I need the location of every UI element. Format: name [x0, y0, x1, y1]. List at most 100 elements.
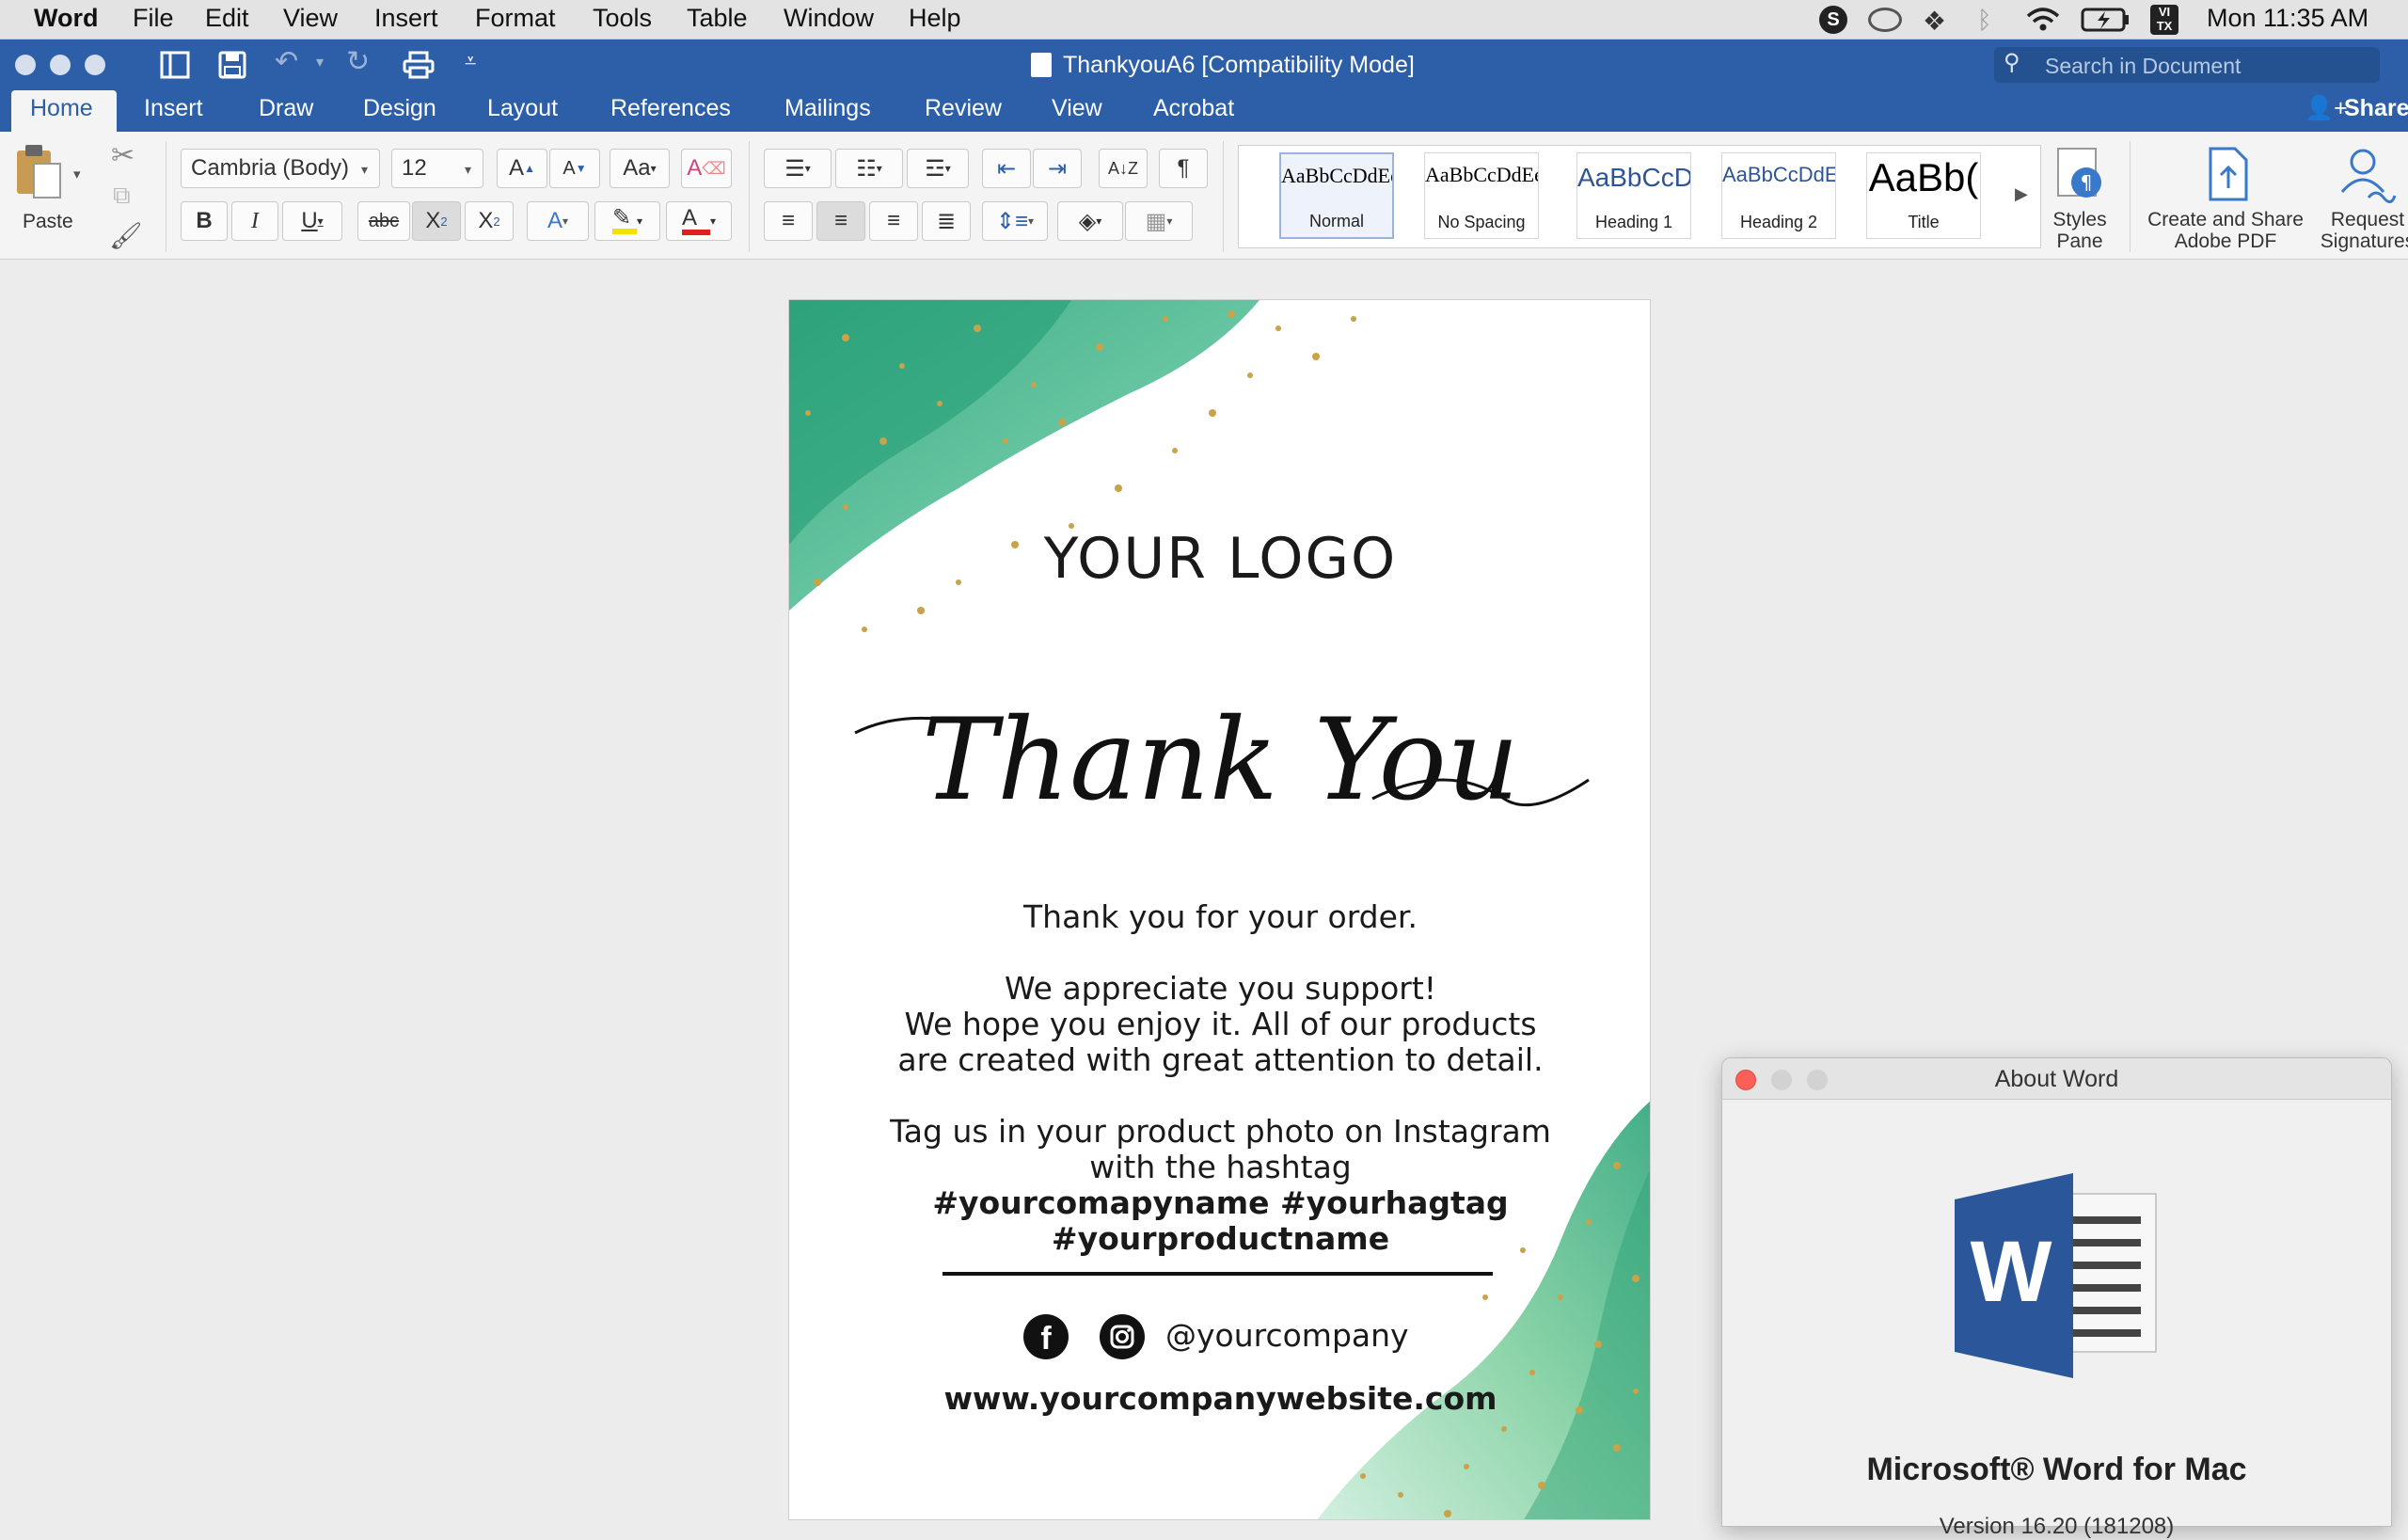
redo-icon[interactable]: ↻	[346, 45, 370, 78]
skype-icon[interactable]: S	[1819, 6, 1847, 34]
undo-dropdown-icon[interactable]: ▾	[316, 53, 324, 71]
menu-insert[interactable]: Insert	[374, 4, 438, 33]
request-signatures-label[interactable]: Request Signatures	[2316, 209, 2408, 252]
instagram-icon	[1100, 1314, 1145, 1359]
cut-icon[interactable]: ✂	[111, 139, 135, 172]
font-name-box[interactable]: Cambria (Body)	[181, 149, 380, 188]
underline-button[interactable]: U ▾	[282, 201, 342, 241]
create-pdf-icon[interactable]	[2205, 147, 2254, 203]
superscript-button[interactable]: X2	[465, 201, 514, 241]
doc-line-detail: are created with great attention to deta…	[897, 1041, 1544, 1078]
tab-review[interactable]: Review	[925, 95, 1002, 122]
tab-mailings[interactable]: Mailings	[784, 95, 871, 122]
sidebar-toggle-icon[interactable]	[160, 51, 190, 79]
align-center-icon[interactable]: ≡	[816, 201, 865, 241]
tab-insert[interactable]: Insert	[144, 95, 203, 122]
align-right-icon[interactable]: ≡	[869, 201, 918, 241]
shrink-font-button[interactable]: A ▼	[549, 149, 600, 188]
window-close-button[interactable]	[15, 55, 36, 75]
styles-pane-icon[interactable]: ¶	[2056, 147, 2105, 201]
save-icon[interactable]	[218, 51, 246, 79]
menu-tools[interactable]: Tools	[593, 4, 652, 33]
customize-toolbar-icon[interactable]: ⩡	[465, 49, 476, 73]
ribbon-separator	[749, 141, 750, 252]
copy-icon[interactable]: ⧉	[113, 181, 131, 211]
clear-formatting-icon[interactable]: A ⌫	[681, 149, 732, 188]
justify-icon[interactable]: ≣	[922, 201, 971, 241]
text-effects-icon[interactable]: A ▾	[527, 201, 589, 241]
menu-help[interactable]: Help	[909, 4, 961, 33]
grow-font-button[interactable]: A ▲	[497, 149, 547, 188]
share-button[interactable]: Share	[2344, 95, 2408, 122]
menu-format[interactable]: Format	[475, 4, 556, 33]
battery-icon[interactable]	[2081, 8, 2131, 32]
script-flourish	[854, 716, 1590, 807]
format-painter-icon[interactable]: 🖌	[109, 220, 143, 251]
dropbox-icon[interactable]: ❖	[1923, 6, 1946, 37]
style-heading-1[interactable]: AaBbCcDc Heading 1	[1576, 152, 1691, 239]
divider-line	[943, 1272, 1493, 1276]
creative-cloud-icon[interactable]	[1868, 8, 1902, 32]
style-normal[interactable]: AaBbCcDdEe Normal	[1279, 152, 1394, 239]
menubar-clock[interactable]: Mon 11:35 AM	[2207, 4, 2368, 33]
menu-window[interactable]: Window	[784, 4, 874, 33]
tab-home[interactable]: Home	[30, 95, 93, 122]
menu-table[interactable]: Table	[687, 4, 748, 33]
line-spacing-icon[interactable]: ⇕≡ ▾	[982, 201, 1048, 241]
paste-dropdown-icon[interactable]: ▾	[73, 166, 81, 183]
numbering-icon[interactable]: ☷ ▾	[835, 149, 903, 188]
multilevel-list-icon[interactable]: ☲ ▾	[907, 149, 969, 188]
tab-references[interactable]: References	[610, 95, 731, 122]
font-size-dropdown-icon[interactable]: ▾	[465, 162, 471, 178]
borders-icon[interactable]: ▦ ▾	[1125, 201, 1193, 241]
highlight-icon[interactable]: ✎ ▾	[594, 201, 660, 241]
menu-view[interactable]: View	[283, 4, 338, 33]
font-name-dropdown-icon[interactable]: ▾	[361, 162, 368, 178]
styles-pane-label[interactable]: Styles Pane	[2037, 209, 2122, 252]
about-title: About Word	[1994, 1066, 2119, 1092]
show-formatting-icon[interactable]: ¶	[1159, 149, 1208, 188]
align-left-icon[interactable]: ≡	[764, 201, 813, 241]
tab-acrobat[interactable]: Acrobat	[1153, 95, 1234, 122]
bold-button[interactable]: B	[181, 201, 228, 241]
font-color-icon[interactable]: A ▾	[666, 201, 732, 241]
bullets-icon[interactable]: ☰ ▾	[764, 149, 832, 188]
paste-label[interactable]: Paste	[23, 211, 73, 232]
window-zoom-button[interactable]	[85, 55, 105, 75]
sort-icon[interactable]: A↓Z	[1099, 149, 1148, 188]
window-minimize-button[interactable]	[50, 55, 71, 75]
tab-draw[interactable]: Draw	[259, 95, 313, 122]
wifi-icon[interactable]	[2024, 7, 2062, 33]
strikethrough-button[interactable]: abc	[357, 201, 410, 241]
document-page[interactable]: YOUR LOGO Thank You Thank you for your o…	[788, 299, 1651, 1520]
bluetooth-icon[interactable]: ᛒ	[1977, 6, 1992, 35]
shading-icon[interactable]: ◈ ▾	[1057, 201, 1123, 241]
style-heading-2[interactable]: AaBbCcDdEe Heading 2	[1721, 152, 1836, 239]
tab-view[interactable]: View	[1052, 95, 1102, 122]
italic-button[interactable]: I	[231, 201, 278, 241]
subscript-button[interactable]: X2	[412, 201, 461, 241]
tab-layout[interactable]: Layout	[487, 95, 558, 122]
styles-more-icon[interactable]: ▶	[2015, 184, 2028, 204]
print-icon[interactable]	[403, 51, 435, 79]
viscosity-icon[interactable]: VI TX	[2150, 5, 2178, 35]
menu-app-word[interactable]: Word	[34, 4, 99, 33]
search-field[interactable]: ⚲ Search in Document	[1994, 47, 2380, 83]
font-name-value: Cambria (Body)	[191, 155, 350, 181]
style-title[interactable]: AaBb( Title	[1866, 152, 1981, 239]
menu-edit[interactable]: Edit	[205, 4, 249, 33]
create-pdf-label[interactable]: Create and Share Adobe PDF	[2141, 209, 2310, 252]
share-icon[interactable]: 👤+	[2305, 95, 2348, 122]
increase-indent-icon[interactable]: ⇥	[1033, 149, 1082, 188]
request-signatures-icon[interactable]	[2335, 147, 2397, 203]
tab-design[interactable]: Design	[363, 95, 436, 122]
menu-file[interactable]: File	[133, 4, 174, 33]
logo-text: YOUR LOGO	[1043, 526, 1398, 592]
undo-icon[interactable]: ↶	[275, 45, 298, 78]
decrease-indent-icon[interactable]: ⇤	[982, 149, 1031, 188]
change-case-button[interactable]: Aa ▾	[610, 149, 670, 188]
style-no-spacing[interactable]: AaBbCcDdEe No Spacing	[1424, 152, 1539, 239]
doc-line-enjoy: We hope you enjoy it. All of our product…	[904, 1006, 1537, 1042]
paste-icon[interactable]	[13, 143, 64, 201]
doc-line-hashtag-intro: with the hashtag	[1089, 1149, 1352, 1185]
